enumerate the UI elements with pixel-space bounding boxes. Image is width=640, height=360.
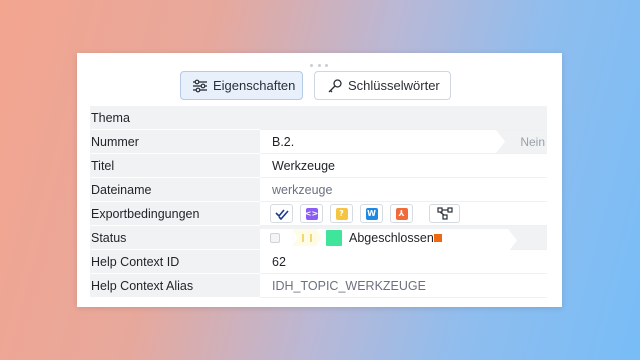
help-context-alias-value: IDH_TOPIC_WERKZEUGE: [272, 278, 426, 293]
help-icon[interactable]: ?: [330, 204, 353, 223]
tab-properties[interactable]: Eigenschaften: [180, 71, 303, 100]
help-context-alias-field[interactable]: IDH_TOPIC_WERKZEUGE: [260, 274, 547, 298]
nummer-value: B.2.: [272, 134, 295, 149]
row-help-context-alias: Help Context Alias IDH_TOPIC_WERKZEUGE: [90, 274, 547, 298]
double-check-icon[interactable]: [270, 204, 293, 223]
help-context-id-field[interactable]: 62: [260, 250, 547, 274]
workflow-icon[interactable]: [429, 204, 460, 223]
row-thema: Thema: [90, 106, 547, 130]
status-value: Abgeschlossen: [349, 230, 434, 245]
dateiname-label: Dateiname: [90, 178, 260, 202]
titel-field[interactable]: Werkzeuge: [260, 154, 547, 178]
thema-label: Thema: [90, 106, 260, 130]
tab-keywords-label: Schlüsselwörter: [348, 78, 440, 93]
dateiname-field[interactable]: werkzeuge: [260, 178, 547, 202]
row-nummer: Nummer B.2. Nein: [90, 130, 547, 154]
status-cell[interactable]: Abgeschlossen: [260, 226, 547, 252]
help-context-id-value: 62: [272, 254, 286, 269]
status-checkbox[interactable]: [270, 232, 280, 243]
word-icon[interactable]: W: [360, 204, 383, 223]
tab-keywords[interactable]: Schlüsselwörter: [314, 71, 451, 100]
row-help-context-id: Help Context ID 62: [90, 250, 547, 274]
row-status: Status Abgeschlossen: [90, 226, 547, 252]
properties-table: Thema Nummer B.2. Nein Titel Werkzeuge D…: [90, 106, 547, 298]
status-color-swatch: [326, 229, 342, 246]
nummer-flag: Nein: [520, 134, 545, 149]
thema-value[interactable]: [260, 106, 547, 130]
dateiname-value: werkzeuge: [272, 182, 333, 197]
properties-panel: Eigenschaften Schlüsselwörter Thema Numm…: [77, 53, 562, 307]
row-exportbedingungen: Exportbedingungen <> ? W ⅄: [90, 202, 547, 226]
key-icon: [328, 78, 342, 92]
code-icon[interactable]: <>: [300, 204, 323, 223]
exportbedingungen-label: Exportbedingungen: [90, 202, 260, 226]
nummer-label: Nummer: [90, 130, 260, 154]
drag-handle[interactable]: [310, 64, 328, 68]
help-context-id-label: Help Context ID: [90, 250, 260, 274]
sliders-icon: [193, 79, 207, 92]
status-indicator: [433, 233, 442, 242]
tab-properties-label: Eigenschaften: [213, 78, 296, 93]
titel-label: Titel: [90, 154, 260, 178]
help-context-alias-label: Help Context Alias: [90, 274, 260, 298]
titel-value: Werkzeuge: [272, 158, 335, 173]
row-titel: Titel Werkzeuge: [90, 154, 547, 178]
status-label: Status: [90, 226, 260, 250]
exportbedingungen-value: <> ? W ⅄: [260, 202, 547, 226]
pdf-icon[interactable]: ⅄: [390, 204, 413, 223]
nummer-value-cell[interactable]: B.2. Nein: [260, 130, 547, 154]
row-dateiname: Dateiname werkzeuge: [90, 178, 547, 202]
